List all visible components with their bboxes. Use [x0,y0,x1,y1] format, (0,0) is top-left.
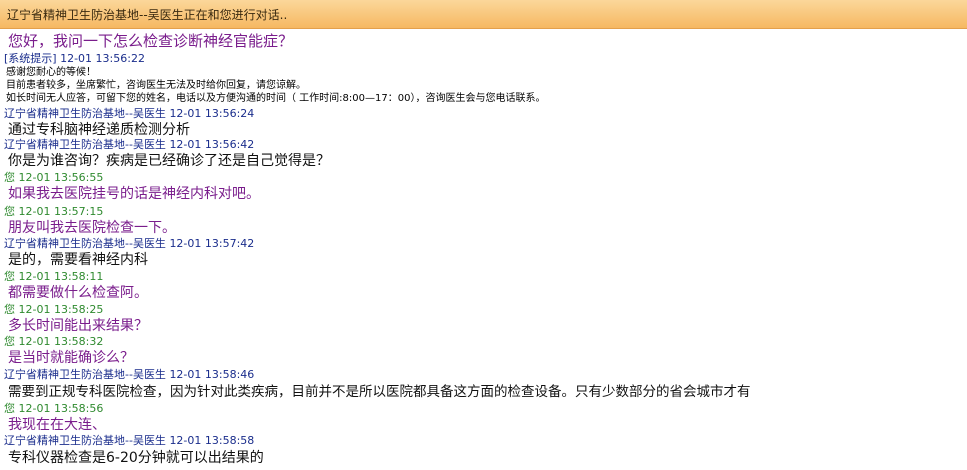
message-time: 12-01 13:58:25 [18,303,104,316]
message-header: 您 12-01 13:58:56 [4,402,103,416]
message-time: 12-01 13:58:46 [169,368,255,381]
message-header: 辽宁省精神卫生防治基地--吴医生 12-01 13:58:46 [4,368,254,382]
sender-name: 辽宁省精神卫生防治基地--吴医生 [4,237,166,250]
sender-name: 辽宁省精神卫生防治基地--吴医生 [4,368,166,381]
message-header: 您 12-01 13:58:32 [4,335,103,349]
message-text: 朋友叫我去医院检查一下。 [8,220,176,236]
message-time: 12-01 13:58:32 [18,335,104,348]
message-time: 12-01 13:57:15 [18,205,104,218]
message-text: 都需要做什么检查阿。 [8,285,148,301]
window-titlebar: 辽宁省精神卫生防治基地--吴医生正在和您进行对话.. [0,0,967,29]
message-header: 您 12-01 13:56:55 [4,171,103,185]
message-time: 12-01 13:58:11 [18,270,104,283]
message-header: 辽宁省精神卫生防治基地--吴医生 12-01 13:58:58 [4,434,254,448]
message-header: 辽宁省精神卫生防治基地--吴医生 12-01 13:57:42 [4,237,254,251]
sender-name: 您 [4,270,15,283]
message-text: 如果我去医院挂号的话是神经内科对吧。 [8,186,260,202]
message-header: 您 12-01 13:58:25 [4,303,103,317]
message-header: 您 12-01 13:57:15 [4,205,103,219]
sender-name: 辽宁省精神卫生防治基地--吴医生 [4,138,166,151]
sender-name: 您 [4,171,15,184]
sender-name: 您 [4,303,15,316]
chat-transcript[interactable]: 您好，我问一下怎么检查诊断神经官能症？ [系统提示] 12-01 13:56:2… [0,29,967,470]
sender-name: 辽宁省精神卫生防治基地--吴医生 [4,107,166,120]
message-time: 12-01 13:58:56 [18,402,104,415]
message-text: 是的，需要看神经内科 [8,252,148,268]
message-header: 辽宁省精神卫生防治基地--吴医生 12-01 13:56:24 [4,107,254,121]
message-text: 专科仪器检查是6-20分钟就可以出结果的 [8,450,264,466]
message-text: 通过专科脑神经递质检测分析 [8,122,190,138]
message-text: 是当时就能确诊么？ [8,350,134,366]
message-time: 12-01 13:56:42 [169,138,255,151]
sender-name: 您 [4,335,15,348]
message-time: 12-01 13:56:55 [18,171,104,184]
system-prompt-line: 感谢您耐心的等候！ [6,67,96,78]
sender-name: 辽宁省精神卫生防治基地--吴医生 [4,434,166,447]
sender-name: 您 [4,402,15,415]
sender-name: 您 [4,205,15,218]
system-prompt-line: 目前患者较多，坐席繁忙，咨询医生无法及时给你回复，请您谅解。 [6,80,306,91]
system-prompt-header: [系统提示] 12-01 13:56:22 [4,52,145,65]
message-text: 你是为谁咨询？疾病是已经确诊了还是自己觉得是？ [8,153,330,169]
message-text: 我现在在大连、 [8,417,106,433]
first-question-text: 您好，我问一下怎么检查诊断神经官能症？ [8,32,294,50]
message-time: 12-01 13:58:58 [169,434,255,447]
message-text: 多长时间能出来结果？ [8,318,148,334]
message-header: 辽宁省精神卫生防治基地--吴医生 12-01 13:56:42 [4,138,254,152]
message-time: 12-01 13:57:42 [169,237,255,250]
message-text: 需要到正规专科医院检查，因为针对此类疾病，目前并不是所以医院都具备这方面的检查设… [8,384,751,400]
message-time: 12-01 13:56:24 [169,107,255,120]
window-title: 辽宁省精神卫生防治基地--吴医生正在和您进行对话.. [7,8,288,22]
message-header: 您 12-01 13:58:11 [4,270,103,284]
system-prompt-line: 如长时间无人应答，可留下您的姓名，电话以及方便沟通的时间（ 工作时间:8:00—… [6,93,546,104]
